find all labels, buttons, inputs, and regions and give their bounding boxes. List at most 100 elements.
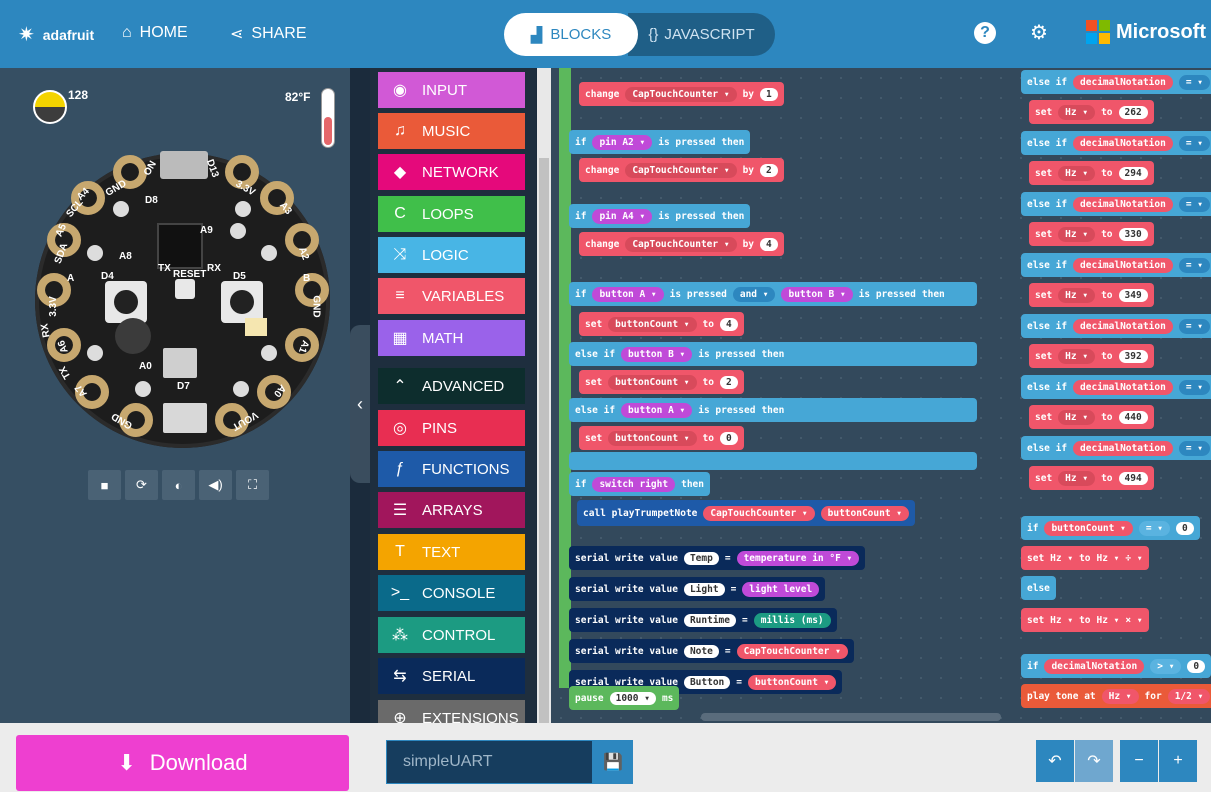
serial-key-field[interactable]: Button [683,675,731,689]
button-b[interactable] [221,281,263,323]
value-field[interactable]: 262 [1118,105,1148,119]
block-set-hz[interactable]: set Hz ▾ to 440 [1029,405,1154,429]
switch-condition[interactable]: switch right [592,476,676,492]
compare-dropdown[interactable]: = ▾ [1178,74,1211,90]
button-dropdown[interactable]: button A ▾ [592,286,664,302]
block-else-if-decimal[interactable]: else if decimalNotation = ▾ [1021,375,1211,399]
block-else-if-decimal[interactable]: else if decimalNotation = ▾ [1021,314,1211,338]
block-else-if-decimal[interactable]: else if decimalNotation = ▾ [1021,192,1211,216]
block-if-switch[interactable]: if switch right then [569,472,710,496]
zoom-in-icon[interactable]: + [1159,740,1197,782]
light-sensor-icon[interactable] [33,90,67,124]
compare-dropdown[interactable]: = ▾ [1178,135,1211,151]
block-set-0[interactable]: set buttonCount ▾ to 0 [579,426,744,450]
toolbox-category-loops[interactable]: C LOOPS [378,196,525,232]
block-else[interactable]: else [1021,576,1056,600]
value-field[interactable]: 349 [1118,288,1148,302]
var-dropdown[interactable]: decimalNotation [1073,318,1173,334]
block-set-4[interactable]: set buttonCount ▾ to 4 [579,312,744,336]
block-call-function[interactable]: call playTrumpetNote CapTouchCounter ▾ but… [577,500,915,526]
toolbox-category-network[interactable]: ◆ NETWORK [378,154,525,190]
toolbox-category-input[interactable]: ◉ INPUT [378,72,525,108]
var-dropdown[interactable]: buttonCount ▾ [608,374,697,390]
block-field[interactable]: 0 [1175,521,1194,535]
tab-blocks[interactable]: ▟ BLOCKS [504,13,638,56]
block-set-hz[interactable]: set Hz ▾ to 294 [1029,161,1154,185]
block-else-if-decimal[interactable]: else if decimalNotation = ▾ [1021,70,1211,94]
block-serial-write[interactable]: serial write value Temp = temperature in °F… [569,546,866,570]
help-icon[interactable]: ? [974,22,996,44]
button-a[interactable] [105,281,147,323]
block-set-hz[interactable]: set Hz ▾ to 392 [1029,344,1154,368]
value-field[interactable]: 4 [719,317,738,331]
var-dropdown[interactable]: Hz ▾ [1058,226,1096,242]
var-dropdown[interactable]: Hz ▾ [1058,287,1096,303]
var-dropdown[interactable]: decimalNotation [1073,74,1173,90]
toolbox-category-logic[interactable]: ⤨ LOGIC [378,237,525,273]
redo-icon[interactable]: ↷ [1075,740,1113,782]
home-button[interactable]: ⌂ HOME [122,24,188,42]
block-change-1[interactable]: change CapTouchCounter ▾ by 1 [579,82,784,106]
serial-value-field[interactable]: temperature in °F ▾ [736,550,860,566]
reset-button[interactable] [175,279,195,299]
zoom-out-icon[interactable]: − [1120,740,1158,782]
download-button[interactable]: ⬇ Download [16,735,349,791]
neopixel-8[interactable] [233,381,249,397]
block-field[interactable]: 0 [1187,659,1206,673]
compare-dropdown[interactable]: = ▾ [1178,257,1211,273]
restart-icon[interactable]: ⟳ [125,470,158,500]
pin-dropdown[interactable]: pin A2 ▾ [592,134,653,150]
blocks-workspace[interactable]: change CapTouchCounter ▾ by 1 if pin A2 ▾ is … [551,68,1211,723]
block-field[interactable]: Hz ▾ [1097,615,1120,626]
project-name-input[interactable]: simpleUART [386,740,593,784]
value-field[interactable]: 392 [1118,349,1148,363]
toolbox-category-arrays[interactable]: ☰ ARRAYS [378,492,525,528]
block-field[interactable]: Hz ▾ [1050,615,1073,626]
arg-dropdown[interactable]: CapTouchCounter ▾ [703,505,815,521]
neopixel-2[interactable] [113,201,129,217]
save-icon[interactable]: 💾 [593,740,633,784]
var-dropdown[interactable]: decimalNotation [1073,135,1173,151]
block-serial-write[interactable]: serial write value Light = light level [569,577,826,601]
block-set-2[interactable]: set buttonCount ▾ to 2 [579,370,744,394]
block-field[interactable]: buttonCount ▾ [1044,520,1133,536]
block-play-tone[interactable]: play tone at Hz ▾ for 1/2 ▾ [1021,684,1211,708]
toolbox-category-functions[interactable]: ƒ FUNCTIONS [378,451,525,487]
tab-javascript[interactable]: {} JAVASCRIPT [628,13,775,56]
var-dropdown[interactable]: decimalNotation [1073,379,1173,395]
toolbox-scrollbar[interactable] [537,68,551,758]
var-dropdown[interactable]: decimalNotation [1073,257,1173,273]
block-set-hz[interactable]: set Hz ▾ to 262 [1029,100,1154,124]
neopixel-1[interactable] [87,245,103,261]
block-else-if-a[interactable]: else if button A ▾ is pressed then [569,398,977,422]
serial-value-field[interactable]: millis (ms) [753,612,831,628]
var-dropdown[interactable]: decimalNotation [1073,440,1173,456]
value-field[interactable]: 2 [760,163,778,177]
share-button[interactable]: ⋖ SHARE [230,24,307,44]
neopixel-5[interactable] [87,345,103,361]
pause-value[interactable]: 1000 ▾ [609,691,656,705]
block-else-if-b[interactable]: else if button B ▾ is pressed then [569,342,977,366]
arg-dropdown[interactable]: buttonCount ▾ [820,505,909,521]
button-dropdown[interactable]: button B ▾ [621,346,693,362]
block-set-hz[interactable]: set Hz ▾ to 330 [1029,222,1154,246]
thermometer-icon[interactable] [321,88,335,148]
button-dropdown[interactable]: button A ▾ [621,402,693,418]
serial-value-field[interactable]: light level [742,581,820,597]
serial-key-field[interactable]: Note [683,644,719,658]
block-serial-write[interactable]: serial write value Runtime = millis (ms) [569,608,837,632]
value-field[interactable]: 294 [1118,166,1148,180]
toolbox-category-music[interactable]: ♫ MUSIC [378,113,525,149]
var-dropdown[interactable]: Hz ▾ [1058,409,1096,425]
block-serial-write[interactable]: serial write value Note = CapTouchCounter ▾ [569,639,854,663]
toolbox-category-control[interactable]: ⁂ CONTROL [378,617,525,653]
block-else-if-decimal[interactable]: else if decimalNotation = ▾ [1021,253,1211,277]
gear-icon[interactable]: ⚙ [1030,20,1048,45]
var-dropdown[interactable]: CapTouchCounter ▾ [625,162,737,178]
block-set-hz[interactable]: set Hz ▾ to 494 [1029,466,1154,490]
pin-dropdown[interactable]: pin A4 ▾ [592,208,653,224]
block-field[interactable]: > ▾ [1150,658,1182,674]
block-if-a2[interactable]: if pin A2 ▾ is pressed then [569,130,751,154]
toolbox-category-math[interactable]: ▦ MATH [378,320,525,356]
block-set-hz-div[interactable]: set Hz ▾ to Hz ▾ ÷ ▾ [1021,546,1149,570]
